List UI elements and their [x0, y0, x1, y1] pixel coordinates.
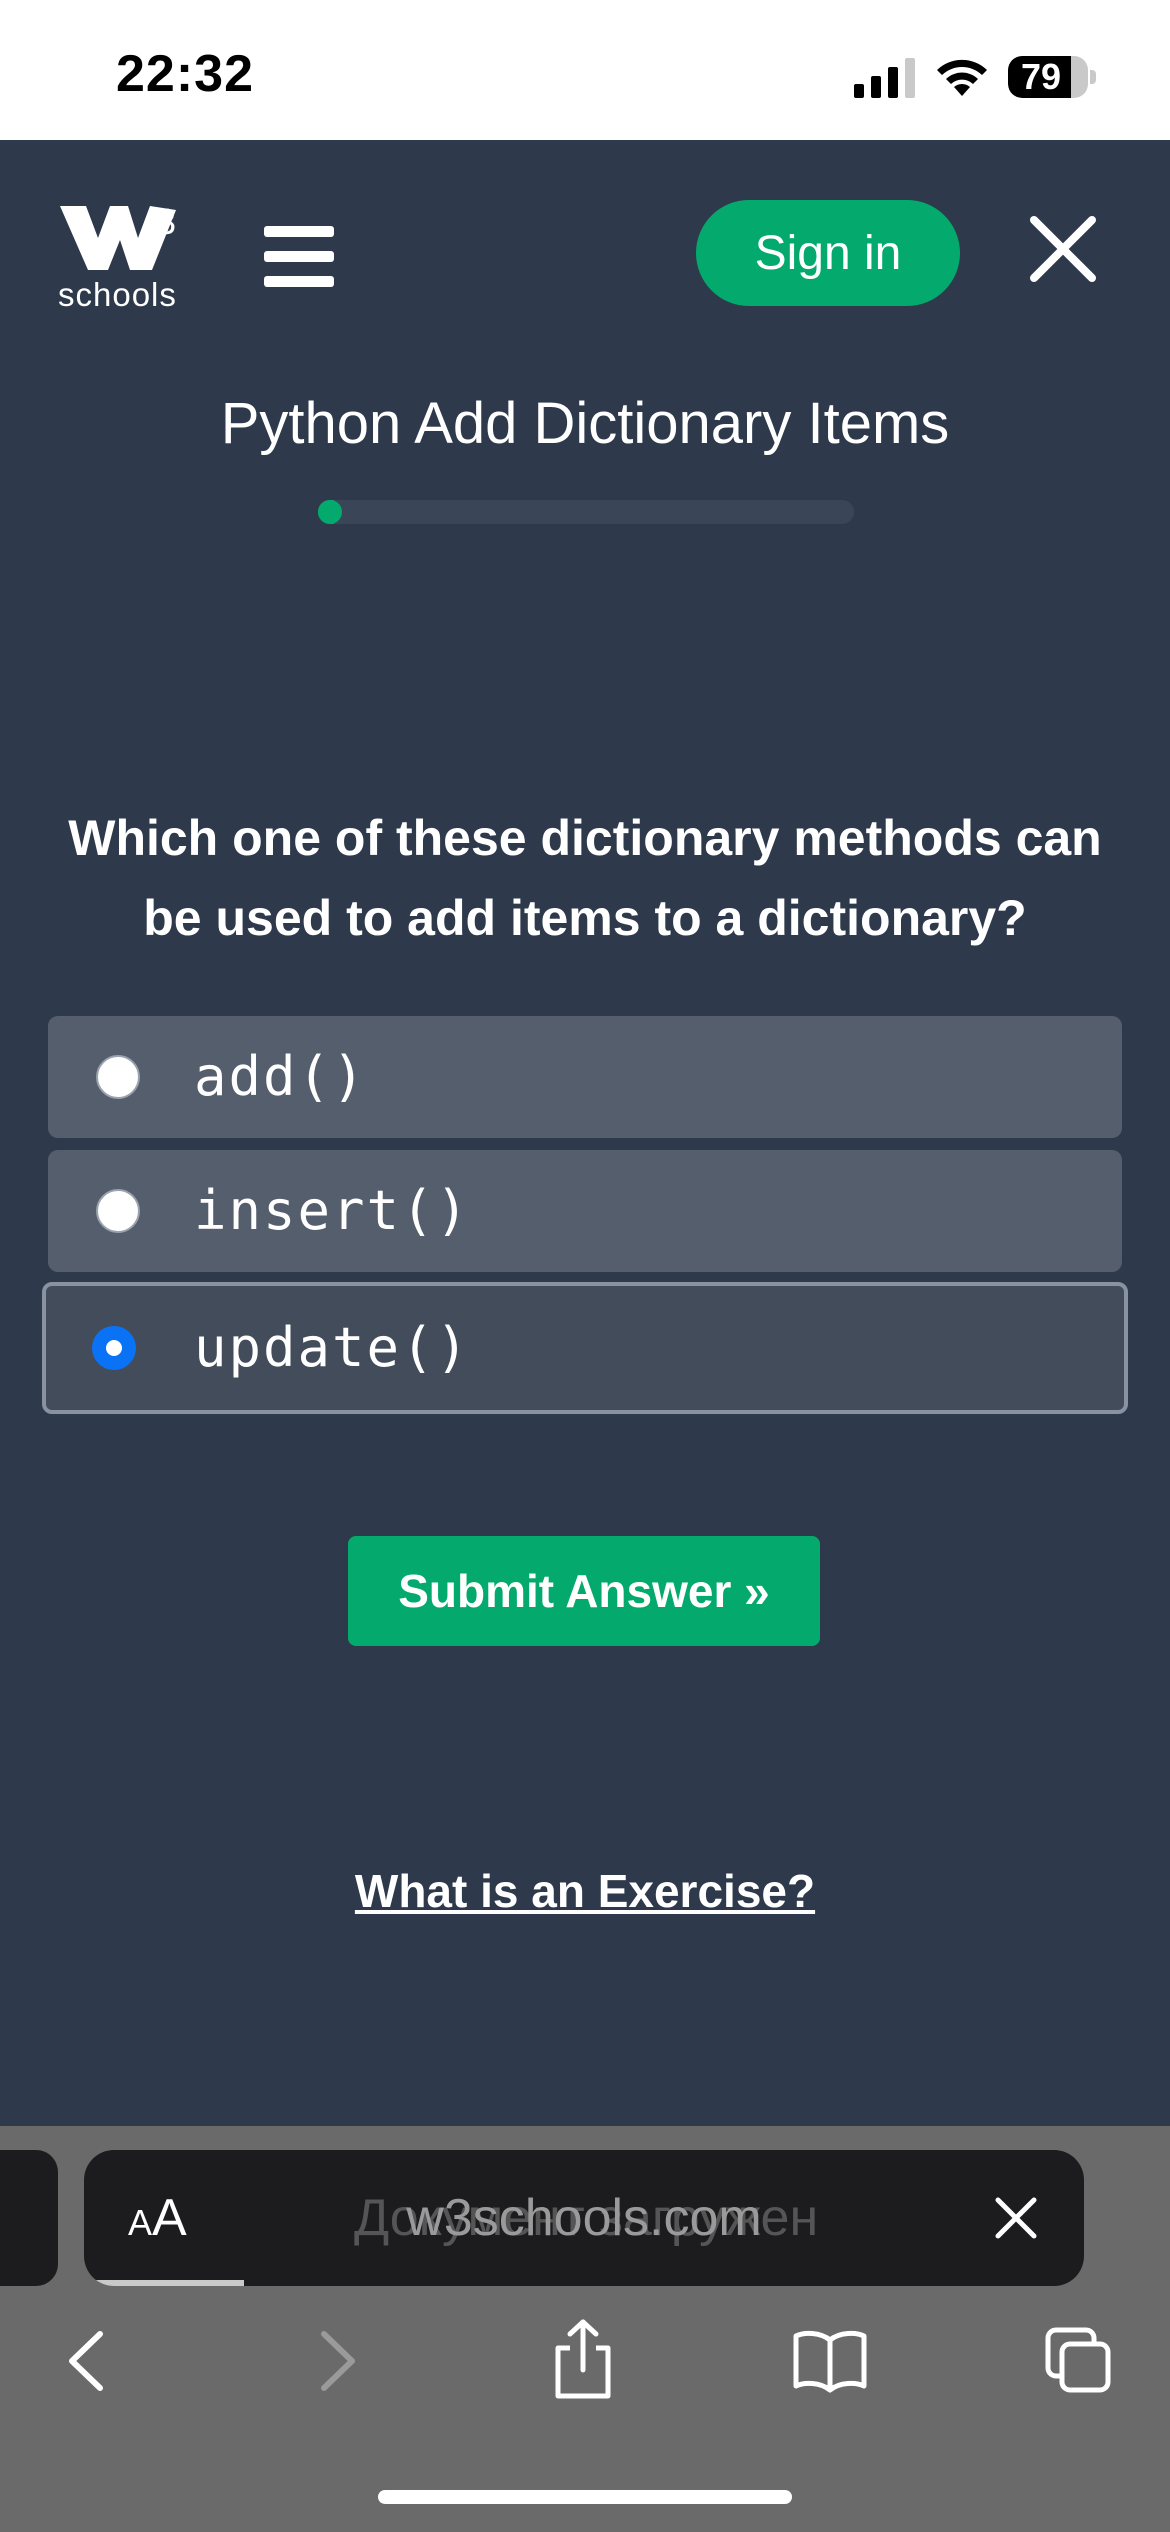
cellular-signal-icon — [854, 58, 915, 98]
home-indicator[interactable] — [378, 2490, 792, 2504]
battery-tip — [1090, 70, 1096, 84]
exercise-progress-bar — [318, 500, 854, 524]
option-label: insert() — [194, 1179, 471, 1242]
logo-superscript: 3 — [156, 201, 176, 242]
answer-option-update[interactable]: update() — [42, 1282, 1128, 1414]
submit-answer-button[interactable]: Submit Answer » — [348, 1536, 820, 1646]
answer-option-insert[interactable]: insert() — [48, 1150, 1122, 1272]
option-label: add() — [194, 1045, 367, 1108]
battery-icon: 79 — [1008, 56, 1088, 98]
share-icon[interactable] — [550, 2318, 616, 2400]
status-time: 22:32 — [116, 45, 254, 103]
sign-in-button[interactable]: Sign in — [696, 200, 960, 306]
tabs-icon[interactable] — [1044, 2326, 1114, 2396]
question-text: Which one of these dictionary methods ca… — [68, 810, 1102, 946]
radio-button-selected[interactable] — [92, 1326, 136, 1370]
page-title: Python Add Dictionary Items — [220, 391, 950, 456]
status-bar: 22:32 79 — [0, 0, 1170, 140]
battery-percent: 79 — [1020, 56, 1062, 97]
previous-tab-preview[interactable] — [0, 2150, 58, 2286]
forward-icon[interactable] — [316, 2328, 362, 2394]
bookmarks-icon[interactable] — [792, 2328, 868, 2394]
hamburger-menu-icon[interactable] — [264, 226, 334, 288]
radio-button[interactable] — [96, 1055, 140, 1099]
address-bar[interactable]: AA Документ загружен w3schools.com — [84, 2150, 1084, 2286]
page-load-progress — [84, 2280, 244, 2286]
stop-loading-icon[interactable] — [994, 2196, 1038, 2240]
close-icon[interactable] — [1028, 214, 1098, 284]
option-label: update() — [194, 1316, 471, 1379]
url-text[interactable]: w3schools.com — [84, 2150, 1084, 2286]
logo-text: schools — [58, 276, 177, 313]
back-icon[interactable] — [62, 2328, 108, 2394]
progress-indicator-dot — [318, 500, 342, 524]
wifi-icon — [937, 59, 987, 96]
radio-button[interactable] — [96, 1189, 140, 1233]
what-is-exercise-link[interactable]: What is an Exercise? — [0, 1864, 1170, 1918]
answer-option-add[interactable]: add() — [48, 1016, 1122, 1138]
